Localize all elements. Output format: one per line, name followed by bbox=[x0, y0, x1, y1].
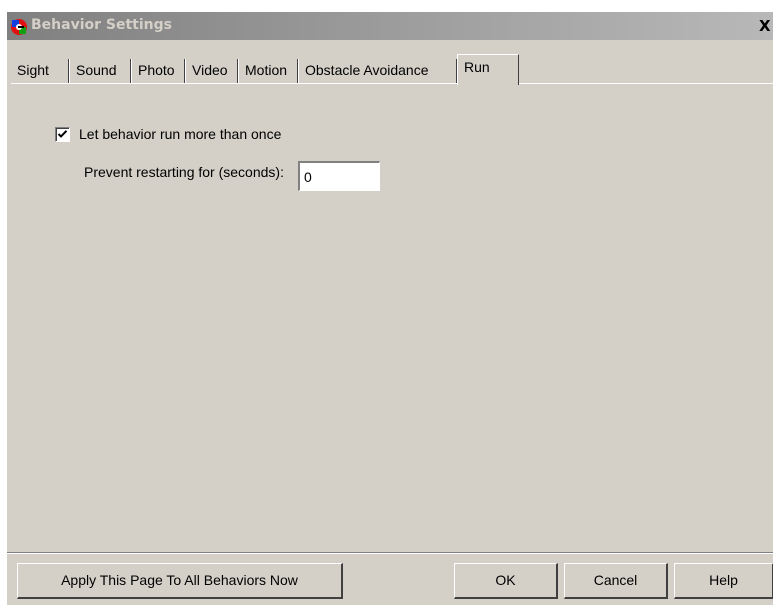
close-icon[interactable]: X bbox=[759, 17, 773, 35]
prevent-restart-seconds-input[interactable] bbox=[298, 161, 380, 191]
window-title: Behavior Settings bbox=[31, 17, 172, 33]
run-more-than-once-checkbox[interactable] bbox=[55, 126, 70, 142]
ok-button[interactable]: OK bbox=[454, 563, 558, 599]
run-more-than-once-label: Let behavior run more than once bbox=[79, 126, 282, 142]
tab-run[interactable]: Run bbox=[457, 54, 519, 85]
tab-photo[interactable]: Photo bbox=[131, 59, 185, 84]
tab-motion[interactable]: Motion bbox=[238, 59, 298, 84]
behavior-settings-dialog: Behavior Settings X Sight Sound Photo Vi… bbox=[7, 12, 773, 605]
prevent-restart-label: Prevent restarting for (seconds): bbox=[84, 164, 284, 180]
tab-sound[interactable]: Sound bbox=[69, 59, 131, 84]
run-more-than-once-option[interactable]: Let behavior run more than once bbox=[55, 124, 281, 144]
apply-to-all-behaviors-button[interactable]: Apply This Page To All Behaviors Now bbox=[17, 563, 343, 599]
tab-obstacle-avoidance[interactable]: Obstacle Avoidance bbox=[298, 59, 457, 84]
cancel-button[interactable]: Cancel bbox=[564, 563, 668, 599]
tab-strip: Sight Sound Photo Video Motion Obstacle … bbox=[11, 54, 773, 85]
title-bar[interactable]: Behavior Settings X bbox=[7, 12, 773, 40]
tab-sight[interactable]: Sight bbox=[11, 59, 69, 84]
footer-divider-highlight bbox=[7, 553, 773, 554]
checkmark-icon bbox=[57, 129, 68, 138]
tab-video[interactable]: Video bbox=[185, 59, 238, 84]
run-tab-panel bbox=[11, 84, 773, 552]
help-button[interactable]: Help bbox=[674, 563, 773, 599]
app-logo-icon bbox=[11, 19, 27, 35]
